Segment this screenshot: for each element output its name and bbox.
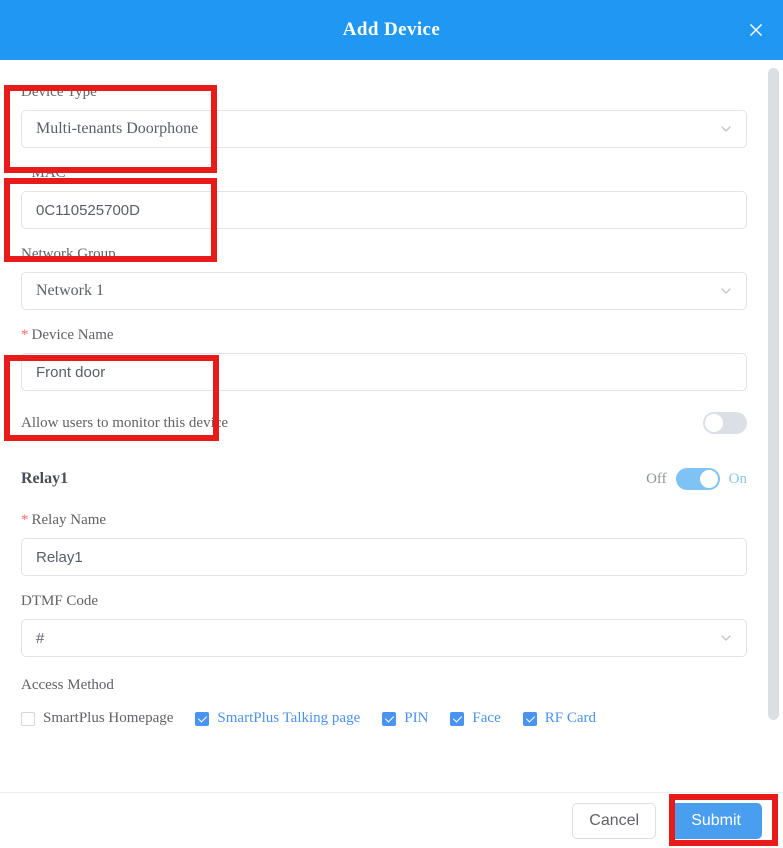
relay-toggle[interactable] [675,468,720,490]
relay-name-input[interactable]: Relay1 [21,538,747,576]
field-mac: * MAC 0C110525700D [21,163,747,229]
network-group-label: Network Group [21,246,116,262]
relay-title: Relay1 [21,470,69,487]
relay-name-label: * Relay Name [21,510,747,530]
chevron-down-icon [719,284,733,298]
checkbox-pin[interactable]: PIN [382,710,428,727]
toggle-knob [699,470,718,488]
required-star: * [21,512,29,528]
checkbox-smartplus-talking-page[interactable]: SmartPlus Talking page [195,710,360,727]
dtmf-code-label: DTMF Code [21,593,99,609]
page-title: Add Device [342,19,441,40]
allow-monitor-toggle[interactable] [703,412,747,434]
form-scrollbar[interactable] [768,60,779,792]
field-device-type: Device Type Multi-tenants Doorphone [21,82,747,148]
checkbox-icon [21,711,35,726]
scrollbar-thumb[interactable] [768,68,779,720]
access-method-label: Access Method [21,677,114,693]
checkbox-smartplus-homepage[interactable]: SmartPlus Homepage [21,710,173,727]
field-relay-name: * Relay Name Relay1 [21,510,747,576]
device-name-label-text: Device Name [31,327,114,343]
dtmf-code-select[interactable]: # [21,619,747,657]
allow-monitor-row: Allow users to monitor this device [21,406,747,440]
add-device-dialog: Add Device Device Type Multi-tenants Doo… [0,0,783,848]
checkbox-icon [522,711,537,726]
network-group-select[interactable]: Network 1 [21,272,747,310]
device-form: Device Type Multi-tenants Doorphone * MAC… [0,60,768,792]
chevron-down-icon [719,122,733,136]
relay-off-label: Off [646,470,667,487]
relay-name-value: Relay1 [36,548,83,566]
field-dtmf-code: DTMF Code # [21,591,747,657]
relay-header-row: Relay1 Off On [21,466,747,492]
device-name-value: Front door [36,363,106,381]
device-type-select[interactable]: Multi-tenants Doorphone [21,110,747,148]
checkbox-icon [382,711,397,726]
device-type-value: Multi-tenants Doorphone [36,120,199,137]
relay-toggle-group: Off On [646,468,747,490]
toggle-knob [705,414,723,432]
network-group-value: Network 1 [36,282,104,299]
cancel-button[interactable]: Cancel [572,802,657,839]
dialog-body: Device Type Multi-tenants Doorphone * MAC… [0,60,783,792]
checkbox-rf-card[interactable]: RF Card [522,710,597,727]
field-network-group: Network Group Network 1 [21,244,747,310]
checkbox-label: PIN [404,710,429,726]
device-type-label: Device Type [21,84,97,100]
checkbox-icon [450,711,465,726]
submit-button[interactable]: Submit [670,802,762,839]
checkbox-icon [195,711,210,726]
checkbox-label: SmartPlus Homepage [43,710,174,726]
checkbox-face[interactable]: Face [450,710,501,727]
close-icon[interactable] [743,17,769,43]
mac-label-text: MAC [31,165,66,181]
field-device-name: * Device Name Front door [21,325,747,391]
relay-name-label-text: Relay Name [31,512,107,528]
checkbox-label: Face [472,710,501,726]
required-star: * [21,165,29,181]
checkbox-label: SmartPlus Talking page [217,710,361,726]
dialog-header: Add Device [0,0,783,60]
dialog-footer: Cancel Submit [0,792,783,848]
device-name-input[interactable]: Front door [21,353,747,391]
access-method-options: SmartPlus Homepage SmartPlus Talking pag… [21,710,747,727]
relay-on-label: On [728,470,747,487]
mac-value: 0C110525700D [36,201,140,219]
dtmf-code-value: # [36,629,45,647]
device-name-label: * Device Name [21,325,747,345]
mac-input[interactable]: 0C110525700D [21,191,747,229]
mac-label: * MAC [21,163,747,183]
required-star: * [21,327,29,343]
chevron-down-icon [719,631,733,645]
checkbox-label: RF Card [544,710,597,726]
allow-monitor-label: Allow users to monitor this device [21,414,229,431]
